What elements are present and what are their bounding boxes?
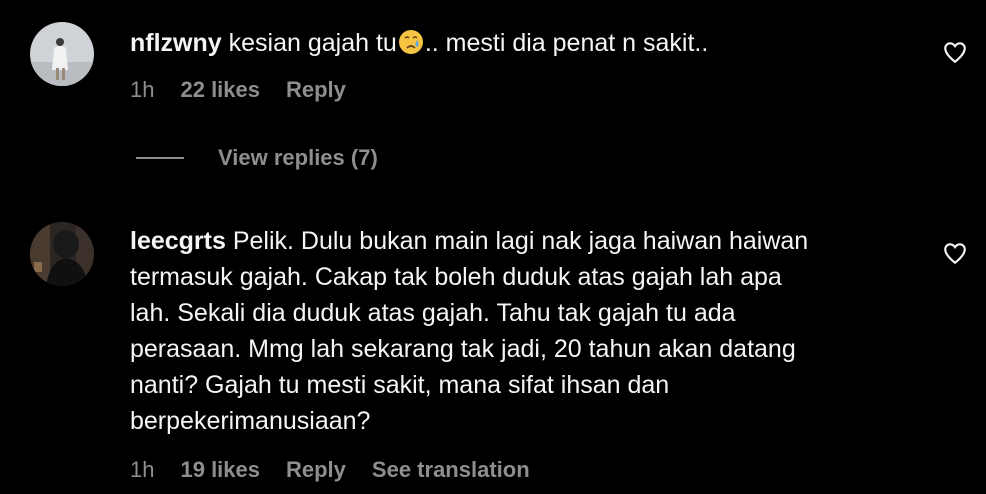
heart-outline-icon[interactable] (942, 39, 968, 65)
comment-text: kesian gajah tu (228, 29, 397, 57)
see-translation-button[interactable]: See translation (372, 457, 530, 483)
comment-username[interactable]: nflzwny (130, 29, 222, 57)
comment-body: leecgrts Pelik. Dulu bukan main lagi nak… (130, 223, 920, 439)
avatar[interactable] (30, 222, 94, 286)
comment-meta: 1h 22 likes Reply (130, 77, 372, 103)
comment-likes[interactable]: 22 likes (180, 77, 260, 103)
comment-meta: 1h 19 likes Reply See translation (130, 457, 530, 483)
avatar[interactable] (30, 22, 94, 86)
view-replies-button[interactable]: View replies (7) (136, 145, 378, 171)
comment-time: 1h (130, 77, 155, 102)
comment-text-continued: .. mesti dia penat n sakit.. (424, 29, 709, 57)
comment-body: nflzwny kesian gajah tu .. mesti dia pen… (130, 25, 920, 61)
reply-button[interactable]: Reply (286, 457, 346, 483)
reply-button[interactable]: Reply (286, 77, 346, 103)
comment-username[interactable]: leecgrts (130, 227, 226, 255)
crying-face-emoji-icon (397, 28, 425, 56)
heart-outline-icon[interactable] (942, 240, 968, 266)
comment-time: 1h (130, 457, 155, 482)
view-replies-divider (136, 157, 184, 159)
comment-text: Pelik. Dulu bukan main lagi nak jaga hai… (130, 227, 809, 435)
view-replies-label: View replies (7) (218, 145, 378, 170)
comment-likes[interactable]: 19 likes (180, 457, 260, 483)
